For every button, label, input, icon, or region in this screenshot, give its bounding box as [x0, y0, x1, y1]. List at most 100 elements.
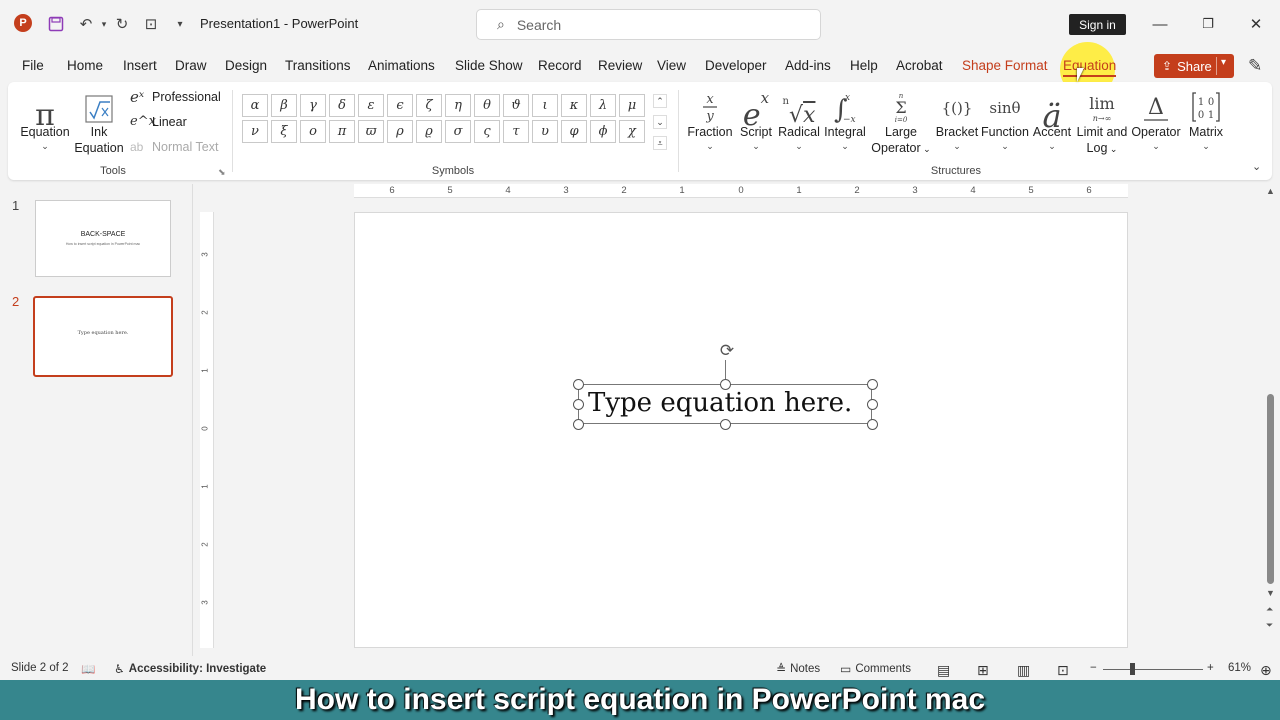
bracket-button[interactable]: {()} Bracket ⌄: [934, 88, 980, 152]
symbol-beta[interactable]: β: [271, 94, 297, 117]
close-icon[interactable]: ✕: [1246, 14, 1266, 34]
resize-handle-ne[interactable]: [867, 379, 878, 390]
share-dropdown-icon[interactable]: ▾: [1221, 57, 1226, 68]
tab-view[interactable]: View: [657, 58, 686, 73]
symbol-pi-variant[interactable]: ϖ: [358, 120, 384, 143]
scroll-thumb[interactable]: [1267, 394, 1274, 584]
resize-handle-n[interactable]: [720, 379, 731, 390]
minimize-icon[interactable]: —: [1150, 14, 1170, 34]
slide-thumbnail-1[interactable]: BACK-SPACE How to insert script equation…: [35, 200, 171, 277]
search-input[interactable]: ⌕ Search: [476, 9, 821, 40]
symbol-lambda[interactable]: λ: [590, 94, 616, 117]
tab-draw[interactable]: Draw: [175, 58, 207, 73]
redo-icon[interactable]: ↻: [112, 14, 132, 34]
symbol-phi-variant[interactable]: ϕ: [590, 120, 616, 143]
tab-animations[interactable]: Animations: [368, 58, 435, 73]
tab-file[interactable]: File: [22, 58, 44, 73]
undo-dropdown-icon[interactable]: ▾: [94, 14, 114, 34]
integral-button[interactable]: ∫ x −x Integral ⌄: [822, 88, 868, 152]
symbols-scroll-up-icon[interactable]: ⌃: [653, 94, 667, 108]
ink-equation-button[interactable]: Ink Equation: [74, 88, 124, 156]
symbol-phi[interactable]: φ: [561, 120, 587, 143]
scroll-up-icon[interactable]: ▲: [1266, 186, 1275, 196]
symbol-zeta[interactable]: ζ: [416, 94, 442, 117]
resize-handle-e[interactable]: [867, 399, 878, 410]
symbol-rho[interactable]: ρ: [387, 120, 413, 143]
slideshow-view-icon[interactable]: ⊡: [1057, 662, 1069, 679]
dialog-launcher-icon[interactable]: ⬊: [218, 167, 226, 178]
symbol-theta-variant[interactable]: ϑ: [503, 94, 529, 117]
accent-button[interactable]: ä Accent ⌄: [1030, 88, 1074, 152]
rotate-handle-icon[interactable]: ⟳: [716, 340, 738, 362]
operator-button[interactable]: Δ Operator ⌄: [1130, 88, 1182, 152]
next-slide-icon[interactable]: ⏷: [1266, 620, 1273, 631]
slide-sorter-icon[interactable]: ⊞: [977, 662, 989, 679]
zoom-out-icon[interactable]: −: [1090, 662, 1097, 674]
symbols-more-icon[interactable]: ⩡: [653, 136, 667, 150]
resize-handle-nw[interactable]: [573, 379, 584, 390]
symbol-delta[interactable]: δ: [329, 94, 355, 117]
limit-and-log-button[interactable]: lim n→∞ Limit and Log ⌄: [1074, 88, 1130, 157]
symbol-nu[interactable]: ν: [242, 120, 268, 143]
symbol-alpha[interactable]: α: [242, 94, 268, 117]
resize-handle-se[interactable]: [867, 419, 878, 430]
undo-icon[interactable]: ↶: [76, 14, 96, 34]
tab-record[interactable]: Record: [538, 58, 582, 73]
tab-home[interactable]: Home: [67, 58, 103, 73]
comments-pane-icon[interactable]: ✎: [1248, 56, 1262, 76]
symbol-epsilon-variant[interactable]: ϵ: [387, 94, 413, 117]
tab-help[interactable]: Help: [850, 58, 878, 73]
accessibility-button[interactable]: ♿ Accessibility: Investigate: [114, 662, 266, 676]
large-operator-button[interactable]: n Σi=0 Large Operator ⌄: [868, 88, 934, 157]
symbol-omicron[interactable]: ο: [300, 120, 326, 143]
tab-shape-format[interactable]: Shape Format: [962, 58, 1048, 73]
tab-review[interactable]: Review: [598, 58, 642, 73]
symbol-sigma[interactable]: σ: [445, 120, 471, 143]
zoom-in-icon[interactable]: +: [1207, 662, 1214, 674]
vertical-scrollbar[interactable]: ▲ ▼ ⏶ ⏷: [1262, 184, 1280, 656]
tab-design[interactable]: Design: [225, 58, 267, 73]
linear-button[interactable]: e^x Linear: [130, 114, 187, 129]
tab-transitions[interactable]: Transitions: [285, 58, 351, 73]
symbol-kappa[interactable]: κ: [561, 94, 587, 117]
customize-qat-icon[interactable]: ▾: [170, 14, 190, 34]
tab-acrobat[interactable]: Acrobat: [896, 58, 943, 73]
professional-button[interactable]: eˣ Professional: [130, 88, 221, 106]
symbol-iota[interactable]: ι: [532, 94, 558, 117]
resize-handle-sw[interactable]: [573, 419, 584, 430]
matrix-button[interactable]: 1001 Matrix ⌄: [1182, 88, 1230, 152]
notes-button[interactable]: ≜ Notes: [776, 662, 820, 676]
tab-slide-show[interactable]: Slide Show: [455, 58, 523, 73]
ribbon-display-options-icon[interactable]: ⌄: [1252, 160, 1261, 173]
symbol-epsilon[interactable]: ε: [358, 94, 384, 117]
equation-button[interactable]: π Equation ⌄: [20, 88, 70, 152]
symbols-scroll-down-icon[interactable]: ⌄: [653, 115, 667, 129]
symbol-pi[interactable]: π: [329, 120, 355, 143]
symbol-xi[interactable]: ξ: [271, 120, 297, 143]
sign-in-button[interactable]: Sign in: [1069, 14, 1126, 35]
previous-slide-icon[interactable]: ⏶: [1266, 604, 1273, 615]
symbol-eta[interactable]: η: [445, 94, 471, 117]
comments-button[interactable]: ▭ Comments: [840, 662, 911, 676]
symbol-upsilon[interactable]: υ: [532, 120, 558, 143]
symbol-tau[interactable]: τ: [503, 120, 529, 143]
symbol-mu[interactable]: μ: [619, 94, 645, 117]
fit-to-window-icon[interactable]: ⊕: [1260, 662, 1272, 679]
symbol-rho-variant[interactable]: ϱ: [416, 120, 442, 143]
tab-developer[interactable]: Developer: [705, 58, 767, 73]
equation-placeholder-text[interactable]: Type equation here.: [588, 388, 852, 418]
fraction-button[interactable]: xy Fraction ⌄: [686, 88, 734, 152]
spelling-icon[interactable]: 📖: [81, 662, 95, 676]
resize-handle-w[interactable]: [573, 399, 584, 410]
restore-icon[interactable]: ❐: [1198, 14, 1218, 34]
symbol-chi[interactable]: χ: [619, 120, 645, 143]
save-icon[interactable]: [46, 14, 66, 34]
function-button[interactable]: sinθ Function ⌄: [980, 88, 1030, 152]
radical-button[interactable]: n √ x Radical ⌄: [776, 88, 822, 152]
normal-text-button[interactable]: ab Normal Text: [130, 140, 218, 154]
zoom-slider-knob[interactable]: [1130, 663, 1135, 675]
slide-thumbnail-2[interactable]: Type equation here.: [33, 296, 173, 377]
share-button[interactable]: ⇪ Share ▾: [1154, 54, 1234, 78]
resize-handle-s[interactable]: [720, 419, 731, 430]
slide-canvas[interactable]: [354, 212, 1128, 648]
